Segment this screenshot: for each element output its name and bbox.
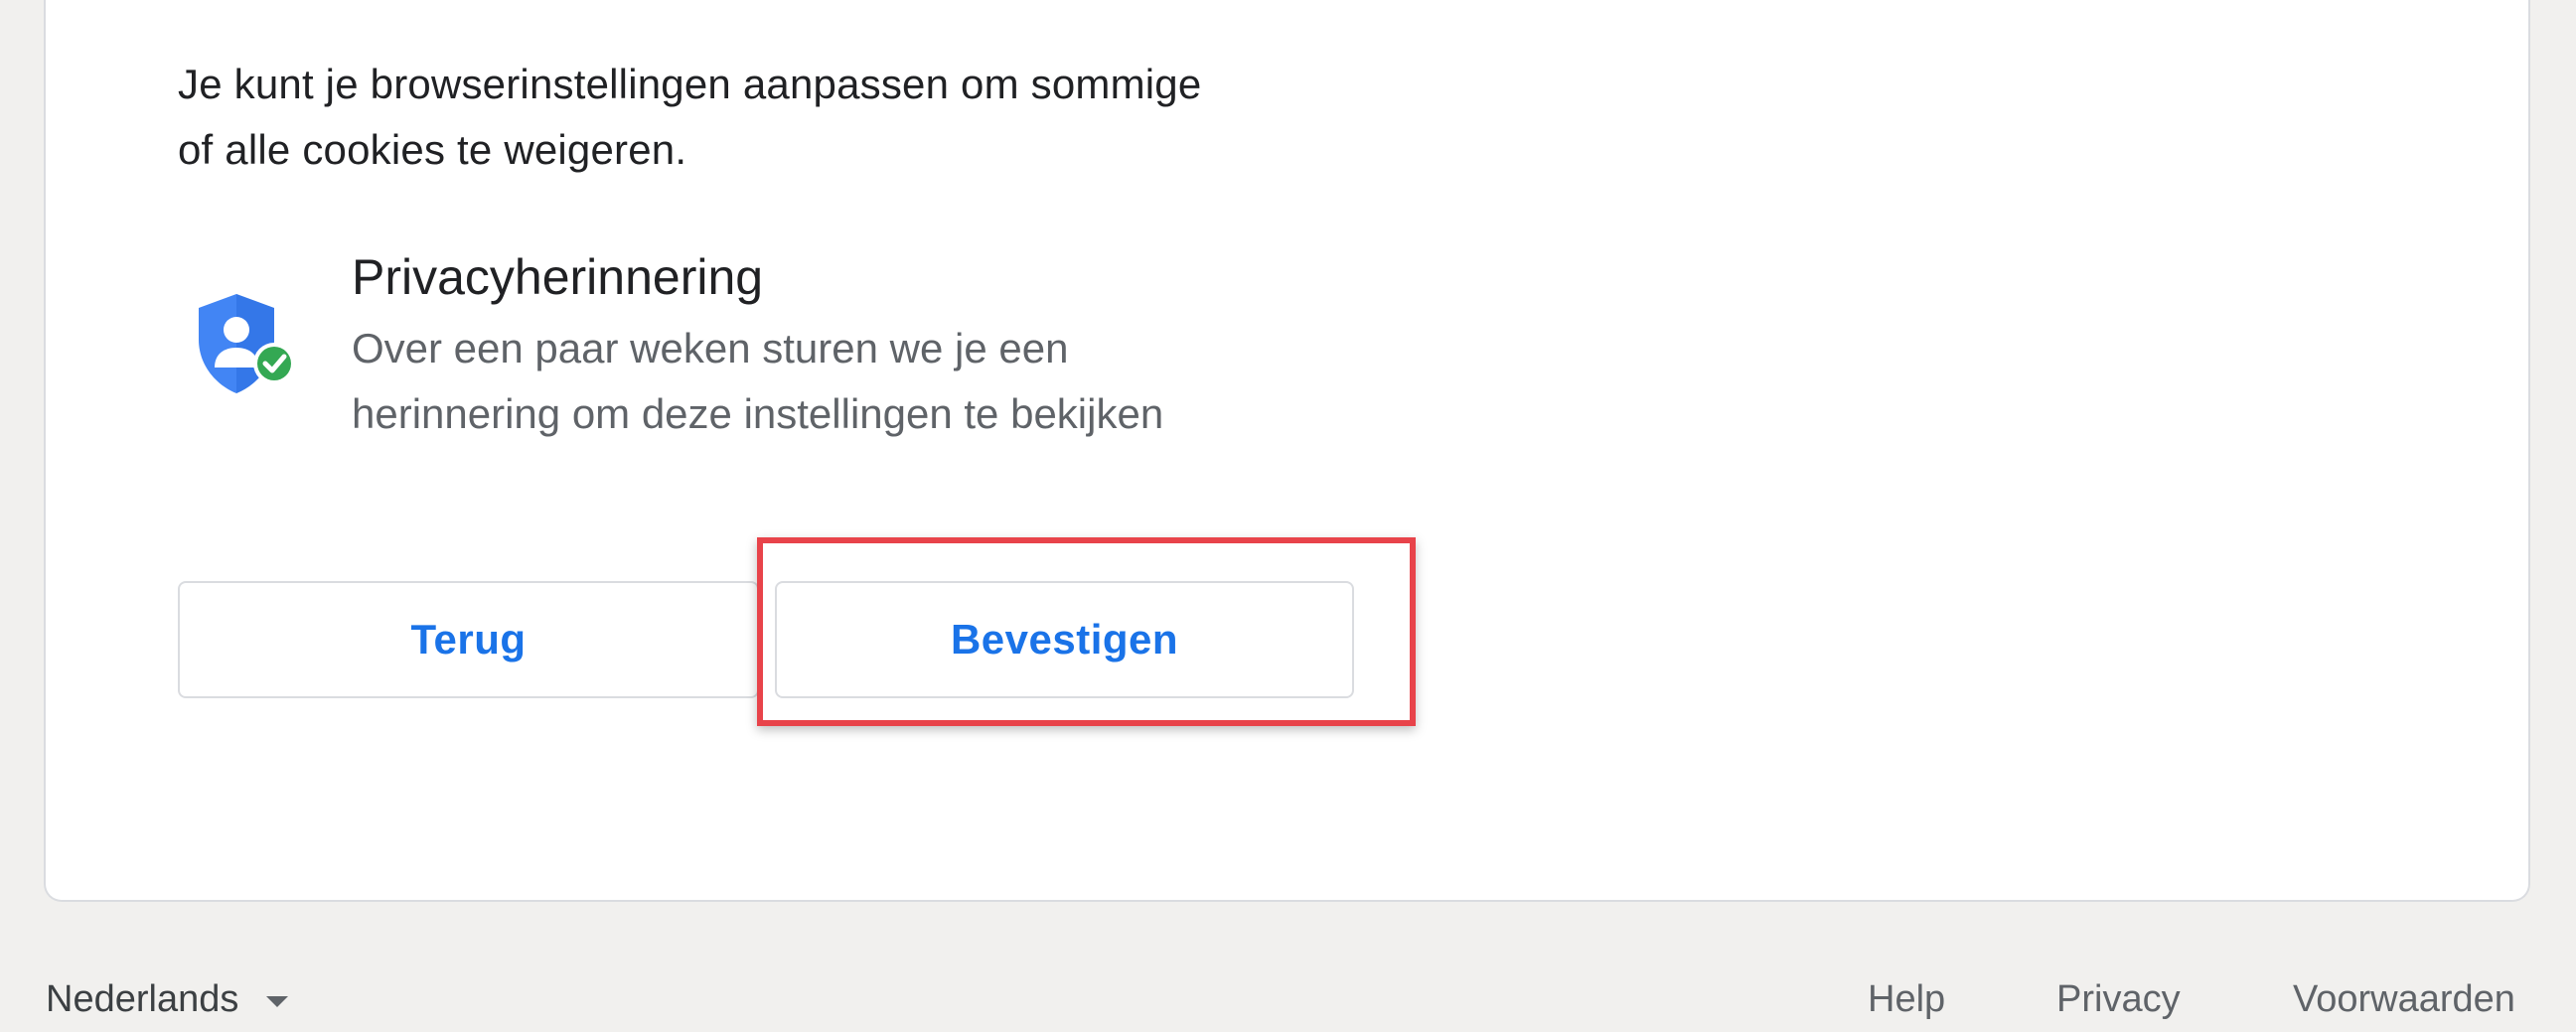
reminder-title: Privacyherinnering xyxy=(352,249,764,305)
back-button[interactable]: Terug xyxy=(178,581,759,698)
language-selector[interactable]: Nederlands xyxy=(46,978,289,1021)
intro-line-1: Je kunt je browserinstellingen aanpassen… xyxy=(178,61,1202,107)
confirm-button-label: Bevestigen xyxy=(950,616,1179,663)
privacy-link[interactable]: Privacy xyxy=(2056,978,2181,1021)
intro-text: Je kunt je browserinstellingen aanpassen… xyxy=(178,52,1449,183)
reminder-description: Over een paar weken sturen we je een her… xyxy=(352,316,1444,447)
help-link[interactable]: Help xyxy=(1868,978,1945,1021)
terms-link[interactable]: Voorwaarden xyxy=(2293,978,2515,1021)
reminder-desc-line-2: herinnering om deze instellingen te beki… xyxy=(352,390,1164,437)
privacy-shield-check-icon xyxy=(199,294,295,393)
intro-line-2: of alle cookies te weigeren. xyxy=(178,126,687,173)
back-button-label: Terug xyxy=(410,616,527,663)
reminder-desc-line-1: Over een paar weken sturen we je een xyxy=(352,325,1069,371)
confirm-button[interactable]: Bevestigen xyxy=(775,581,1354,698)
caret-down-icon xyxy=(266,996,289,1007)
language-label: Nederlands xyxy=(46,978,239,1020)
